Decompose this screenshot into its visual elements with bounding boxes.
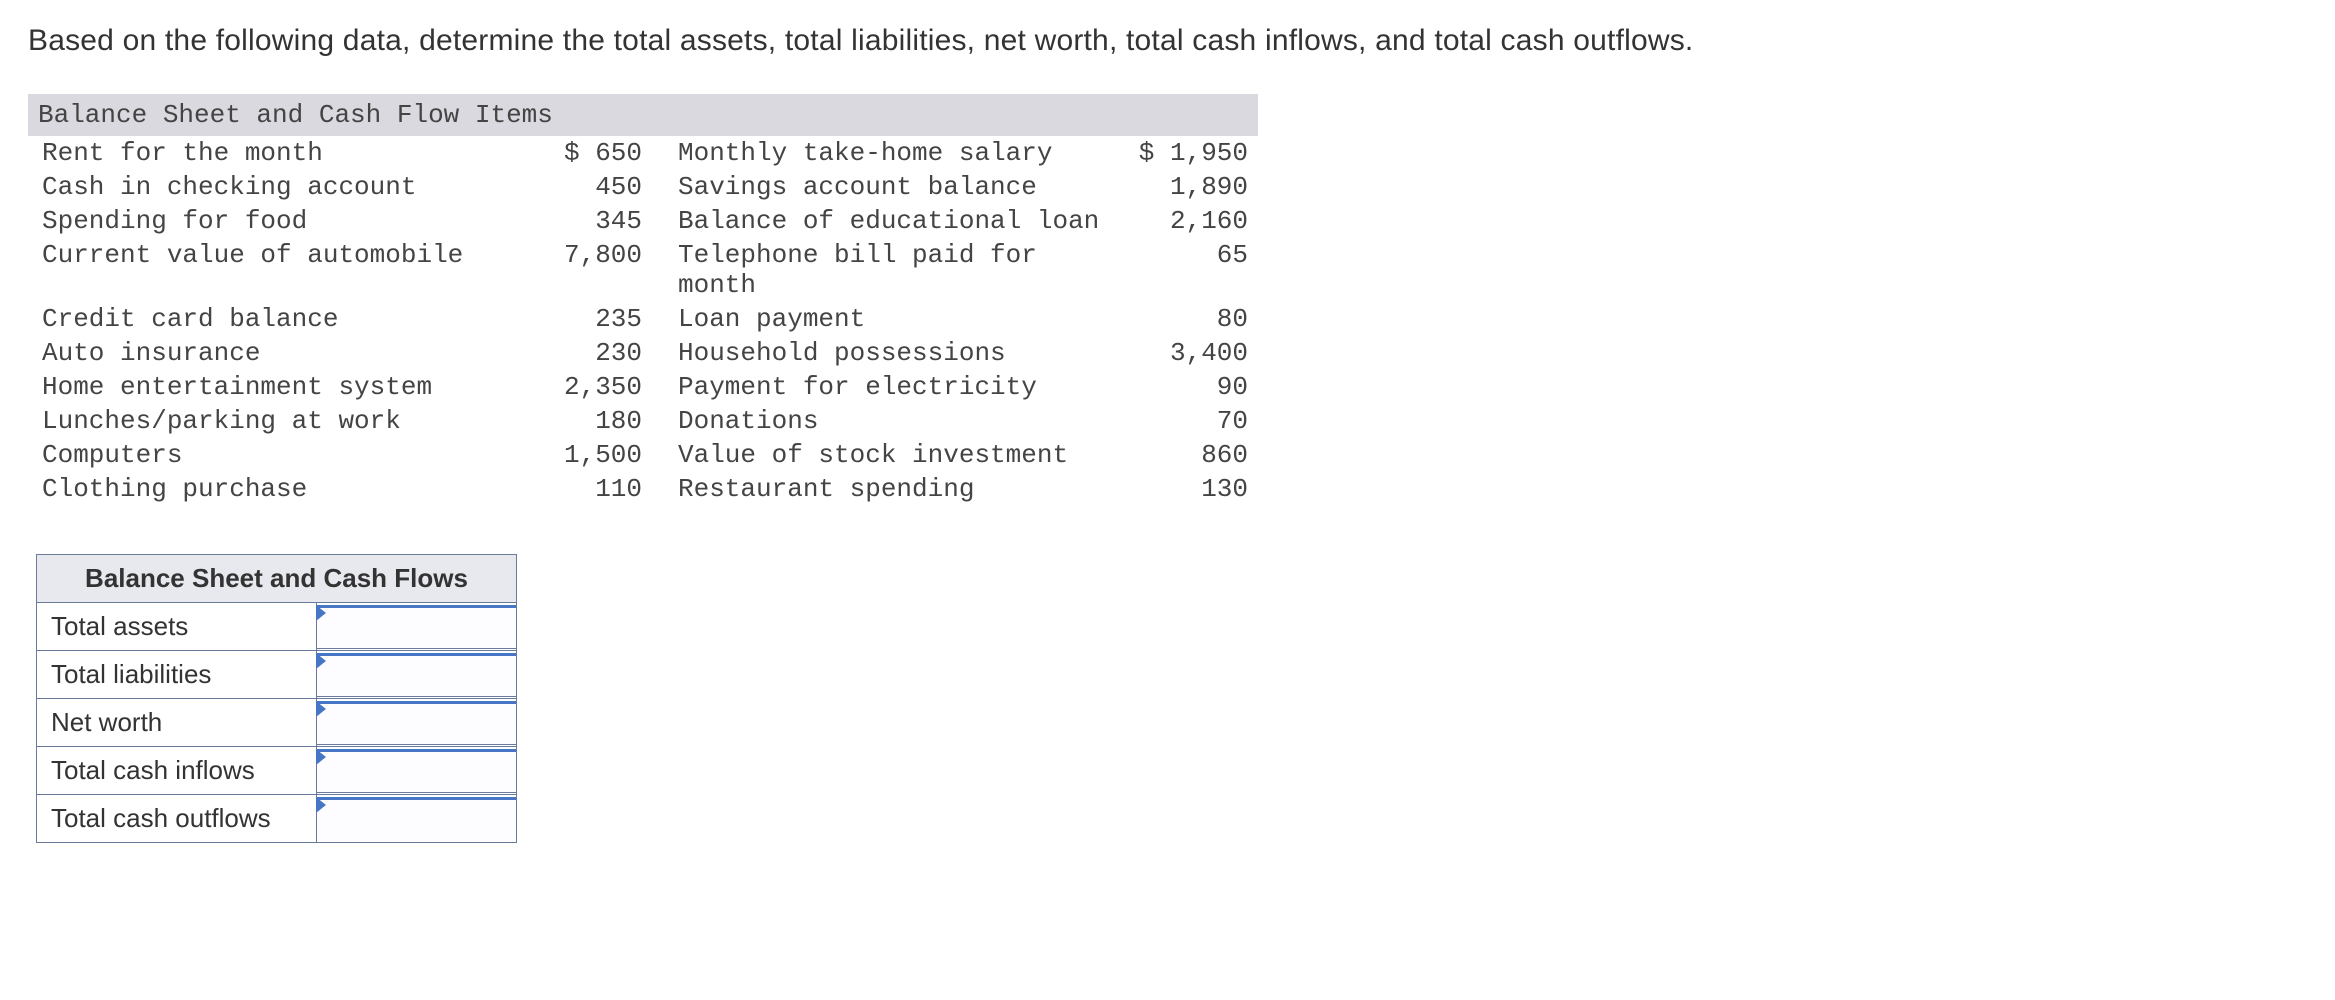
data-row: Cash in checking account450Savings accou… <box>28 170 1258 204</box>
item-label: Auto insurance <box>28 336 528 370</box>
item-value: 90 <box>1118 370 1258 404</box>
item-label: Loan payment <box>678 302 1118 336</box>
item-label: Computers <box>28 438 528 472</box>
data-row: Credit card balance235Loan payment80 <box>28 302 1258 336</box>
data-row: Spending for food345Balance of education… <box>28 204 1258 238</box>
item-value: 180 <box>528 404 678 438</box>
data-row: Computers1,500Value of stock investment8… <box>28 438 1258 472</box>
data-row: Rent for the month$ 650Monthly take-home… <box>28 136 1258 170</box>
item-value: 860 <box>1118 438 1258 472</box>
item-label: Current value of automobile <box>28 238 528 302</box>
answer-table-title: Balance Sheet and Cash Flows <box>37 555 517 603</box>
item-value: $ 650 <box>528 136 678 170</box>
item-label: Savings account balance <box>678 170 1118 204</box>
item-value: 7,800 <box>528 238 678 302</box>
item-label: Home entertainment system <box>28 370 528 404</box>
item-label: Cash in checking account <box>28 170 528 204</box>
answer-row: Total liabilities <box>37 651 517 699</box>
item-label: Lunches/parking at work <box>28 404 528 438</box>
item-label: Restaurant spending <box>678 472 1118 506</box>
item-value: 235 <box>528 302 678 336</box>
data-row: Auto insurance230Household possessions3,… <box>28 336 1258 370</box>
item-label: Household possessions <box>678 336 1118 370</box>
answer-row: Total cash inflows <box>37 747 517 795</box>
answer-row: Total assets <box>37 603 517 651</box>
data-row: Clothing purchase110Restaurant spending1… <box>28 472 1258 506</box>
item-label: Clothing purchase <box>28 472 528 506</box>
item-value: 70 <box>1118 404 1258 438</box>
item-label: Telephone bill paid for month <box>678 238 1118 302</box>
answer-input[interactable] <box>317 653 516 697</box>
item-value: 80 <box>1118 302 1258 336</box>
item-value: 110 <box>528 472 678 506</box>
item-label: Monthly take-home salary <box>678 136 1118 170</box>
item-label: Rent for the month <box>28 136 528 170</box>
data-row: Lunches/parking at work180Donations70 <box>28 404 1258 438</box>
answer-row: Net worth <box>37 699 517 747</box>
data-table-title: Balance Sheet and Cash Flow Items <box>28 94 1258 136</box>
item-label: Balance of educational loan <box>678 204 1118 238</box>
answer-label: Total cash outflows <box>37 795 317 843</box>
item-value: 2,160 <box>1118 204 1258 238</box>
answer-input[interactable] <box>317 605 516 649</box>
item-value: $ 1,950 <box>1118 136 1258 170</box>
item-value: 2,350 <box>528 370 678 404</box>
data-row: Home entertainment system2,350Payment fo… <box>28 370 1258 404</box>
answer-row: Total cash outflows <box>37 795 517 843</box>
question-prompt: Based on the following data, determine t… <box>28 24 2307 58</box>
item-label: Payment for electricity <box>678 370 1118 404</box>
answer-input[interactable] <box>317 749 516 793</box>
item-value: 1,890 <box>1118 170 1258 204</box>
item-label: Value of stock investment <box>678 438 1118 472</box>
item-value: 3,400 <box>1118 336 1258 370</box>
answer-input[interactable] <box>317 701 516 745</box>
item-label: Credit card balance <box>28 302 528 336</box>
item-value: 450 <box>528 170 678 204</box>
answer-label: Total liabilities <box>37 651 317 699</box>
answer-table: Balance Sheet and Cash Flows Total asset… <box>36 554 517 843</box>
item-label: Donations <box>678 404 1118 438</box>
item-label: Spending for food <box>28 204 528 238</box>
item-value: 65 <box>1118 238 1258 302</box>
balance-sheet-data-table: Balance Sheet and Cash Flow Items Rent f… <box>28 94 1258 506</box>
item-value: 130 <box>1118 472 1258 506</box>
item-value: 230 <box>528 336 678 370</box>
answer-input[interactable] <box>317 797 516 841</box>
item-value: 1,500 <box>528 438 678 472</box>
answer-label: Total cash inflows <box>37 747 317 795</box>
data-row: Current value of automobile7,800Telephon… <box>28 238 1258 302</box>
answer-label: Total assets <box>37 603 317 651</box>
answer-label: Net worth <box>37 699 317 747</box>
item-value: 345 <box>528 204 678 238</box>
